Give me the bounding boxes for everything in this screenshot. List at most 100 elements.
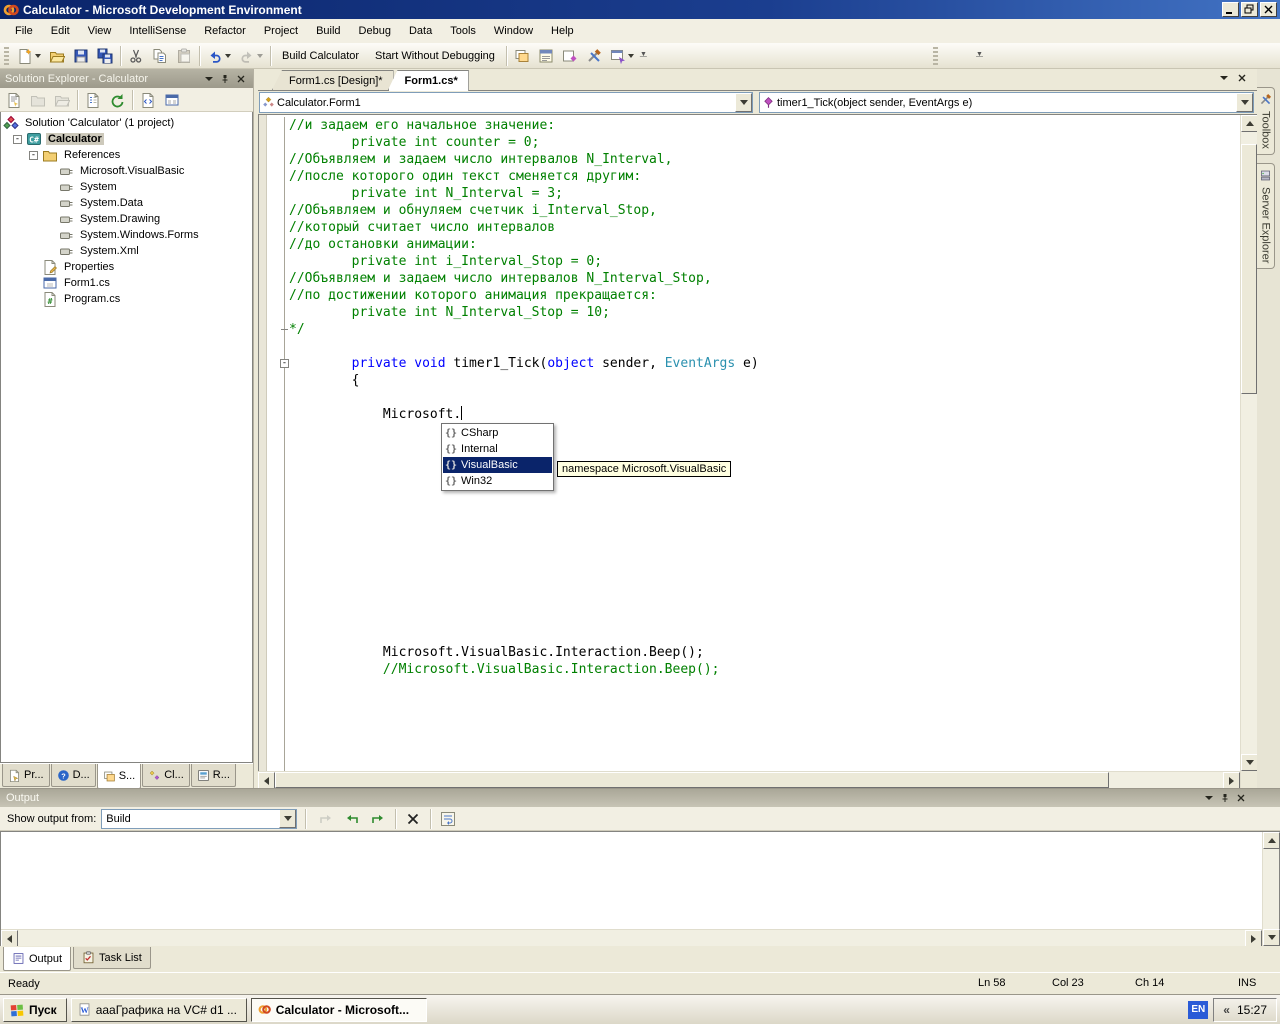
refresh-button[interactable] [105,89,129,111]
types-dropdown-arrow-icon[interactable] [735,93,752,112]
output-scroll-down-icon[interactable] [1263,929,1280,946]
tool-tab-output[interactable]: Output [3,947,71,971]
output-pin-icon[interactable] [1218,791,1232,805]
vscroll-thumb[interactable] [1241,144,1257,394]
output-source-arrow-icon[interactable] [279,809,296,828]
scroll-up-icon[interactable] [1241,115,1258,132]
taskbar-task-calculator-microsoft-[interactable]: Calculator - Microsoft... [251,998,427,1022]
scroll-down-icon[interactable] [1241,754,1258,771]
tree-item-system.windows.forms[interactable]: System.Windows.Forms [1,227,252,243]
panel-tab-cl[interactable]: Cl... [142,764,190,787]
scroll-left-icon[interactable] [258,772,275,789]
tree-item-references[interactable]: -References [1,147,252,163]
menu-debug[interactable]: Debug [350,21,400,41]
output-position-icon[interactable] [1202,791,1216,805]
tree-item-program.cs[interactable]: #Program.cs [1,291,252,307]
menu-data[interactable]: Data [400,21,441,41]
redo-button[interactable] [235,45,267,67]
clear-all-button[interactable] [401,808,425,830]
members-dropdown-arrow-icon[interactable] [1236,93,1253,112]
taskbar-task-аааграфика-на-vc-d1-[interactable]: WаааГрафика на VC# d1 ... [71,998,247,1022]
menu-refactor[interactable]: Refactor [195,21,255,41]
autohide-tab-toolbox[interactable]: Toolbox [1257,87,1275,155]
open-file-button[interactable] [45,45,69,67]
menu-view[interactable]: View [79,21,121,41]
folder-closed-button[interactable] [26,89,50,111]
copy-button[interactable] [148,45,172,67]
intellisense-item-internal[interactable]: {}Internal [443,441,552,457]
menu-build[interactable]: Build [307,21,349,41]
hscroll-thumb[interactable] [275,772,1109,788]
output-content[interactable] [0,831,1280,946]
intellisense-item-csharp[interactable]: {}CSharp [443,425,552,441]
tree-item-solution-calculator-1-project-[interactable]: Solution 'Calculator' (1 project) [1,115,252,131]
tree-item-properties[interactable]: Properties [1,259,252,275]
tree-item-system[interactable]: System [1,179,252,195]
tree-item-system.xml[interactable]: System.Xml [1,243,252,259]
document-tab-form1-cs-[interactable]: Form1.cs* [388,70,469,91]
tree-item-microsoft.visualbasic[interactable]: Microsoft.VisualBasic [1,163,252,179]
close-document-icon[interactable] [1237,73,1247,86]
panel-tab-pr[interactable]: Pr... [2,764,50,787]
types-dropdown[interactable]: Calculator.Form1 [259,92,753,113]
language-indicator[interactable]: EN [1188,1001,1208,1019]
goto-next-message-button[interactable] [366,808,390,830]
show-all-files-button[interactable] [81,89,105,111]
tree-item-system.drawing[interactable]: System.Drawing [1,211,252,227]
toolbox-button[interactable] [582,45,606,67]
other-windows-button[interactable] [606,45,638,67]
other-windows-dropdown-icon[interactable] [628,54,634,58]
toolbar-grip-2[interactable] [933,47,938,65]
editor-vertical-scrollbar[interactable] [1240,115,1257,788]
undo-dropdown-icon[interactable] [225,54,231,58]
tree-expander-icon[interactable]: - [13,135,22,144]
minimize-button[interactable] [1222,2,1239,17]
menu-intellisense[interactable]: IntelliSense [120,21,195,41]
document-tab-form1-cs-design-[interactable]: Form1.cs [Design]* [272,70,394,90]
menu-window[interactable]: Window [485,21,542,41]
toolbar-overflow-icon[interactable]: ▼— [640,53,647,59]
paste-button[interactable] [172,45,196,67]
output-close-icon[interactable] [1234,791,1248,805]
tool-tab-task-list[interactable]: Task List [73,947,151,969]
undo-button[interactable] [203,45,235,67]
menu-project[interactable]: Project [255,21,307,41]
cut-button[interactable] [124,45,148,67]
output-scroll-left-icon[interactable] [1,930,18,947]
output-scroll-right-icon[interactable] [1245,930,1262,947]
toolbar-grip[interactable] [4,47,9,65]
panel-tab-r[interactable]: R... [191,764,236,787]
window-position-icon[interactable] [202,72,216,86]
toolbar-overflow-2-icon[interactable]: ▼— [976,53,983,59]
autohide-tab-server-explorer[interactable]: Server Explorer [1257,163,1275,269]
tree-item-system.data[interactable]: System.Data [1,195,252,211]
tree-expander-icon[interactable]: - [29,151,38,160]
output-horizontal-scrollbar[interactable] [1,929,1262,946]
view-property-pages-button[interactable] [2,89,26,111]
members-dropdown[interactable]: timer1_Tick(object sender, EventArgs e) [759,92,1254,113]
tree-item-form1.cs[interactable]: Form1.cs [1,275,252,291]
object-browser-button[interactable] [558,45,582,67]
new-project-dropdown-icon[interactable] [35,54,41,58]
tree-item-calculator[interactable]: -C#Calculator [1,131,252,147]
save-all-button[interactable] [93,45,117,67]
menu-tools[interactable]: Tools [441,21,485,41]
solution-explorer-button[interactable] [510,45,534,67]
output-source-dropdown[interactable]: Build [101,809,297,829]
output-scroll-up-icon[interactable] [1263,832,1280,849]
view-code-button[interactable] [136,89,160,111]
tray-expand-icon[interactable]: « [1223,1003,1230,1017]
editor-horizontal-scrollbar[interactable] [258,771,1240,788]
intellisense-item-win32[interactable]: {}Win32 [443,473,552,489]
scroll-right-icon[interactable] [1223,772,1240,789]
goto-prev-message-button[interactable] [340,808,364,830]
output-vertical-scrollbar[interactable] [1262,832,1279,946]
toggle-word-wrap-button[interactable] [436,808,460,830]
menu-help[interactable]: Help [542,21,583,41]
menu-file[interactable]: File [6,21,42,41]
folder-open-button[interactable] [50,89,74,111]
build-calculator-button[interactable]: Build Calculator [274,45,367,67]
close-button[interactable] [1260,2,1277,17]
goto-message-button[interactable] [314,808,338,830]
close-panel-icon[interactable] [234,72,248,86]
